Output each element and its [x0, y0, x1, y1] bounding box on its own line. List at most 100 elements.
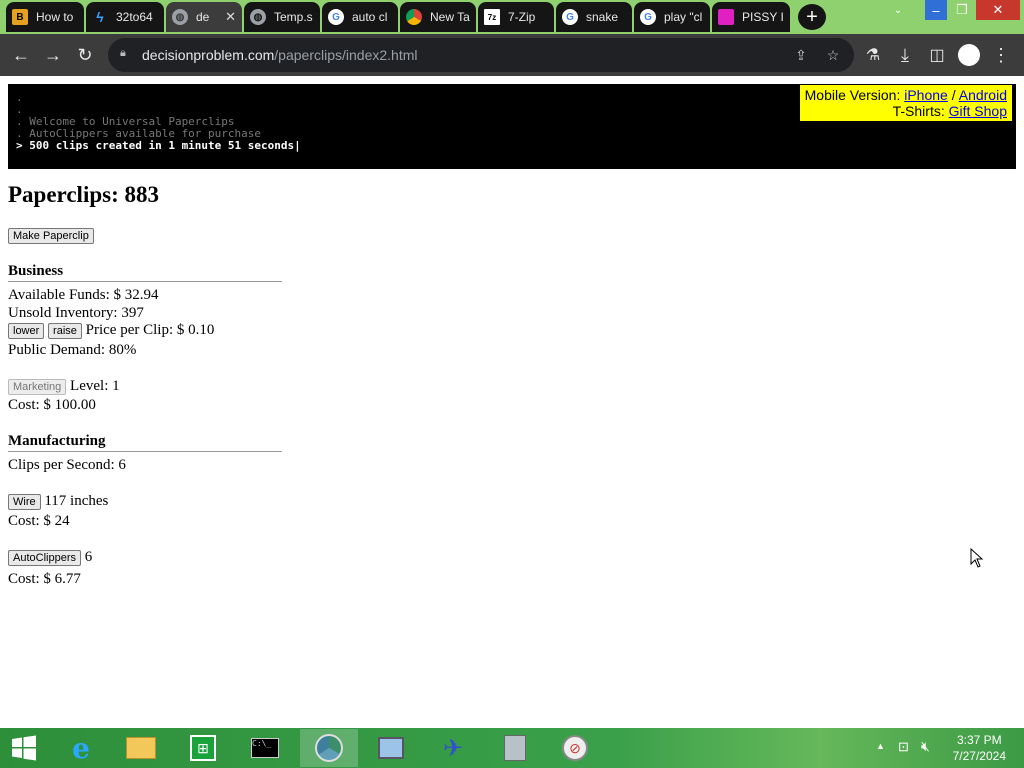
google-favicon-icon: G	[562, 9, 578, 25]
bird-app-icon[interactable]: ✈	[424, 729, 482, 767]
link-separator: /	[951, 87, 956, 103]
google-favicon-icon: G	[640, 9, 656, 25]
tab-how-to[interactable]: B How to	[6, 2, 84, 32]
download-icon[interactable]: ⤓	[890, 40, 920, 70]
tab-32to64[interactable]: ϟ 32to64	[86, 2, 164, 32]
address-bar[interactable]: 🔒︎ decisionproblem.com/paperclips/index2…	[108, 38, 854, 72]
start-windows-icon[interactable]	[0, 729, 48, 767]
autoclippers-cost: Cost: $ 6.77	[8, 571, 81, 587]
tab-title: 7-Zip	[508, 10, 536, 24]
restore-window-icon[interactable]: ❐	[950, 0, 974, 20]
site-favicon-icon: B	[12, 9, 28, 25]
reload-icon[interactable]: ↻	[70, 40, 100, 70]
profile-avatar-icon[interactable]	[954, 40, 984, 70]
system-app-icon[interactable]	[486, 729, 544, 767]
minimize-window-icon[interactable]: –	[925, 0, 947, 20]
bookmark-star-icon[interactable]: ☆	[823, 45, 843, 65]
tab-title: How to	[36, 10, 74, 24]
clock-date: 7/27/2024	[952, 749, 1006, 763]
tab-play[interactable]: G play "cl	[634, 2, 710, 32]
tab-temp[interactable]: ◍ Temp.s	[244, 2, 320, 32]
tab-title: de	[196, 10, 210, 24]
autoclippers-button[interactable]: AutoClippers	[8, 549, 81, 566]
volume-muted-icon[interactable]: 🔇︎	[921, 738, 930, 755]
pink-favicon-icon	[718, 9, 734, 25]
url-host: decisionproblem.com	[142, 47, 275, 63]
bolt-favicon-icon: ϟ	[96, 9, 104, 25]
tab-snake[interactable]: G snake	[556, 2, 632, 32]
paperclips-count-heading: Paperclips: 883	[8, 182, 159, 207]
wire-row: Wire 117 inches	[8, 493, 108, 510]
file-explorer-icon[interactable]	[112, 729, 170, 767]
compass-app-icon[interactable]: ⊘	[546, 729, 604, 767]
public-demand: Public Demand: 80%	[8, 342, 137, 358]
tab-strip: B How to ϟ 32to64 ◍ de ✕ ◍ Temp.s G auto…	[0, 0, 1024, 34]
tshirts-label: T-Shirts:	[892, 103, 945, 119]
taskbar-clock[interactable]: 3:37 PM 7/27/2024	[953, 732, 1006, 764]
tab-auto-clicker[interactable]: G auto cl	[322, 2, 398, 32]
network-computer-icon[interactable]	[362, 729, 420, 767]
forward-arrow-icon[interactable]: →	[38, 40, 68, 70]
unsold-inventory: Unsold Inventory: 397	[8, 305, 144, 321]
chrome-favicon-icon	[406, 9, 422, 25]
price-row: lower raise Price per Clip: $ 0.10	[8, 322, 214, 339]
side-panel-icon[interactable]: ◫	[922, 40, 952, 70]
available-funds: Available Funds: $ 32.94	[8, 287, 159, 303]
url-path: /paperclips/index2.html	[274, 47, 418, 63]
internet-explorer-icon[interactable]: e	[52, 729, 110, 767]
tab-title: New Ta	[430, 10, 470, 24]
chrome-taskbar-icon[interactable]	[300, 729, 358, 767]
command-prompt-icon[interactable]: C:\_	[236, 729, 294, 767]
gift-shop-link[interactable]: Gift Shop	[949, 103, 1007, 119]
back-arrow-icon[interactable]: ←	[6, 40, 36, 70]
google-favicon-icon: G	[328, 9, 344, 25]
lower-price-button[interactable]: lower	[8, 322, 45, 339]
mouse-cursor-icon	[970, 548, 984, 568]
wire-cost: Cost: $ 24	[8, 513, 70, 529]
marketing-button[interactable]: Marketing	[8, 378, 67, 395]
tab-title: PISSY I	[742, 10, 784, 24]
7zip-favicon-icon: 7z	[484, 9, 500, 25]
make-paperclip-button[interactable]: Make Paperclip	[8, 227, 94, 244]
buy-wire-button[interactable]: Wire	[8, 493, 41, 510]
windows-taskbar: e ⊞ C:\_ ✈ ⊘ ▲ ⊡ 🔇︎ 3:37 PM 7/27/2024	[0, 728, 1024, 768]
close-tab-icon[interactable]: ✕	[225, 9, 236, 25]
labs-flask-icon[interactable]: ⚗	[858, 40, 888, 70]
tab-title: 32to64	[116, 10, 153, 24]
wire-amount: 117 inches	[44, 493, 109, 509]
tab-pissy[interactable]: PISSY I	[712, 2, 790, 32]
clock-time: 3:37 PM	[956, 733, 1002, 747]
new-tab-button[interactable]: +	[798, 4, 826, 30]
close-window-icon[interactable]: ✕	[976, 0, 1020, 20]
show-hidden-icons-icon[interactable]: ▲	[876, 741, 885, 751]
tab-7zip[interactable]: 7z 7-Zip	[478, 2, 554, 32]
price-per-clip: Price per Clip: $ 0.10	[85, 322, 215, 338]
store-icon[interactable]: ⊞	[174, 729, 232, 767]
tab-title: auto cl	[352, 10, 388, 24]
console-current-line: > 500 clips created in 1 minute 51 secon…	[16, 139, 301, 152]
iphone-link[interactable]: iPhone	[904, 87, 948, 103]
tab-search-icon[interactable]: ⌄	[888, 0, 908, 20]
tab-title: snake	[586, 10, 619, 24]
menu-kebab-icon[interactable]: ⋮	[986, 40, 1016, 70]
autoclippers-count: 6	[84, 549, 93, 565]
browser-toolbar: ← → ↻ 🔒︎ decisionproblem.com/paperclips/…	[0, 34, 1024, 76]
page-content: . . . Welcome to Universal Paperclips . …	[0, 76, 1024, 728]
tab-title: play "cl	[664, 10, 703, 24]
marketing-cost: Cost: $ 100.00	[8, 397, 96, 413]
marketing-row: Marketing Level: 1	[8, 378, 120, 395]
manufacturing-section-title: Manufacturing	[8, 433, 282, 452]
autoclippers-row: AutoClippers 6	[8, 549, 92, 566]
tab-decisionproblem-active[interactable]: ◍ de ✕	[166, 2, 242, 32]
clips-per-second: Clips per Second: 6	[8, 457, 126, 473]
globe-favicon-icon: ◍	[172, 9, 188, 25]
mobile-version-label: Mobile Version:	[804, 87, 901, 103]
network-icon[interactable]: ⊡	[898, 739, 909, 755]
globe-favicon-icon: ◍	[250, 9, 266, 25]
raise-price-button[interactable]: raise	[48, 322, 82, 339]
lock-icon: 🔒︎	[120, 47, 126, 59]
marketing-level: Level: 1	[70, 378, 120, 394]
android-link[interactable]: Android	[959, 87, 1007, 103]
share-icon[interactable]: ⇪	[791, 45, 811, 65]
tab-new-tab[interactable]: New Ta	[400, 2, 476, 32]
